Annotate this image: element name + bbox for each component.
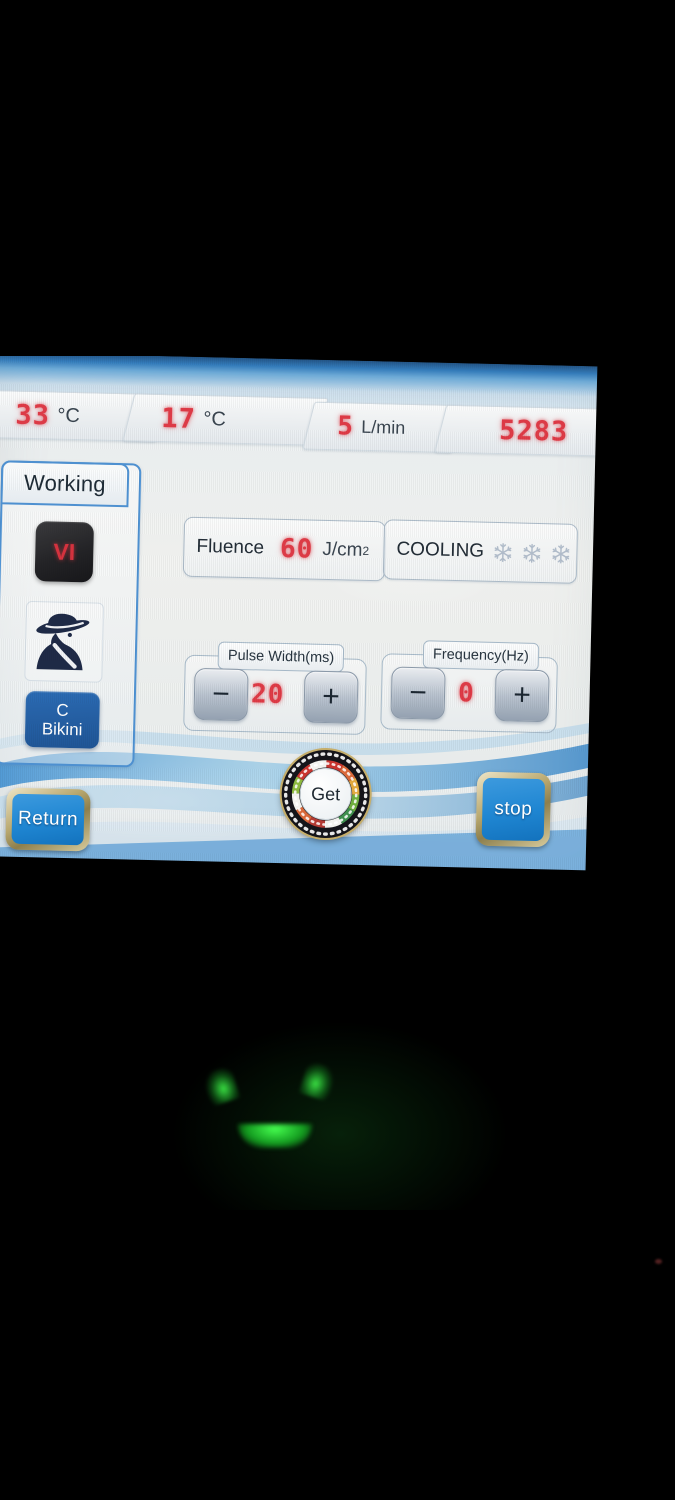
- skin-type-label: VI: [53, 538, 76, 565]
- frequency-increment-button[interactable]: +: [494, 669, 550, 723]
- fluence-field[interactable]: Fluence 60 J/cm 2: [182, 516, 387, 582]
- return-button-label: Return: [11, 793, 85, 846]
- handpiece-temperature-unit: °C: [56, 404, 80, 427]
- cooling-field[interactable]: COOLING: [382, 519, 579, 584]
- plus-icon: +: [321, 679, 341, 714]
- water-temperature-unit: °C: [202, 407, 226, 431]
- get-button-label: Get: [310, 783, 341, 804]
- minus-icon: −: [408, 675, 428, 710]
- shot-counter-readout: 5283: [434, 404, 620, 459]
- fluence-value: 60: [279, 533, 314, 565]
- shot-counter-value: 5283: [498, 414, 569, 448]
- fluence-unit-exponent: 2: [362, 543, 370, 558]
- plus-icon: +: [512, 678, 532, 712]
- minus-icon: −: [211, 677, 231, 711]
- specular-highlight: [655, 1259, 662, 1264]
- fluence-unit: J/cm: [322, 538, 363, 561]
- stop-button-label: stop: [481, 777, 546, 842]
- frequency-value: 0: [457, 678, 476, 709]
- fluence-label: Fluence: [196, 535, 265, 559]
- photo-of-device: 33 °C 17 °C 5 L/min 5283 Working VI C Bi…: [0, 0, 675, 1500]
- stop-button[interactable]: stop: [475, 771, 552, 848]
- working-panel: Working VI C Bikini: [0, 460, 142, 768]
- cooling-label: COOLING: [396, 538, 485, 562]
- frequency-group: Frequency(Hz) − 0 +: [380, 640, 558, 734]
- pulse-width-increment-button[interactable]: +: [303, 670, 359, 724]
- frequency-decrement-button[interactable]: −: [390, 666, 446, 720]
- flow-rate-value: 5: [336, 411, 355, 442]
- snowflake-icon: [494, 542, 512, 562]
- treatment-zone-code: C: [56, 700, 69, 720]
- device-lower-chassis: [0, 856, 675, 1500]
- pulse-width-decrement-button[interactable]: −: [193, 667, 249, 722]
- get-button[interactable]: Get: [280, 749, 371, 840]
- pulse-width-group: Pulse Width(ms) − 20 +: [183, 641, 367, 735]
- handpiece-temperature-value: 33: [15, 399, 51, 431]
- skin-type-button[interactable]: VI: [34, 521, 95, 583]
- screen-right-bezel: [584, 340, 675, 902]
- treatment-zone-name: Bikini: [41, 719, 83, 740]
- water-temperature-value: 17: [161, 402, 197, 435]
- pulse-width-value: 20: [250, 679, 285, 711]
- treatment-zone-button[interactable]: C Bikini: [24, 690, 101, 749]
- water-temperature-readout: 17 °C: [122, 393, 329, 446]
- dark-room-top: [0, 0, 675, 356]
- flow-rate-unit: L/min: [360, 416, 406, 438]
- pulse-width-legend: Pulse Width(ms): [217, 641, 345, 673]
- body-area-icon-tile[interactable]: [24, 600, 105, 683]
- return-button[interactable]: Return: [5, 787, 91, 852]
- woman-with-hat-silhouette-icon: [36, 613, 90, 671]
- status-bar: 33 °C 17 °C 5 L/min 5283: [0, 389, 620, 461]
- working-panel-title: Working: [0, 460, 130, 508]
- snowflake-icon: [523, 543, 541, 563]
- frequency-legend: Frequency(Hz): [422, 640, 540, 672]
- snowflake-icon: [552, 544, 569, 563]
- lcd-screen: 33 °C 17 °C 5 L/min 5283 Working VI C Bi…: [0, 352, 620, 877]
